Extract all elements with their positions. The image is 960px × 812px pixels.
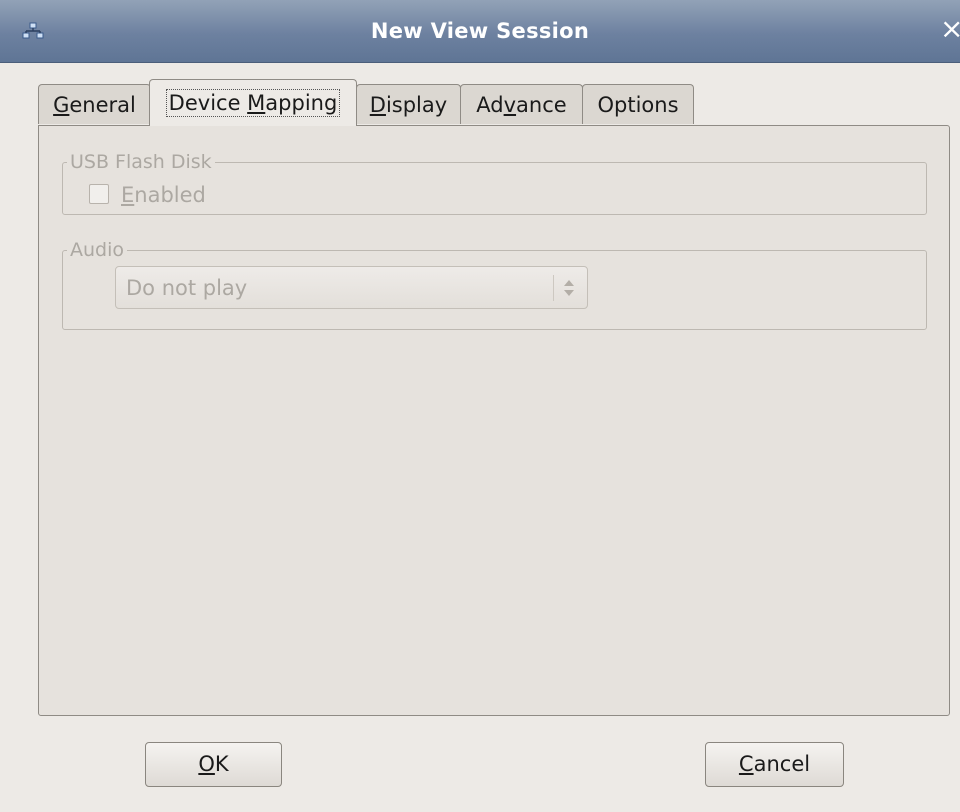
cancel-button[interactable]: Cancel <box>705 742 844 787</box>
ok-button[interactable]: OK <box>145 742 282 787</box>
audio-select-value: Do not play <box>126 276 248 300</box>
ok-label: K <box>214 752 229 776</box>
audio-legend: Audio <box>67 239 128 261</box>
tab-display-label-end: isplay <box>385 93 448 117</box>
tab-advance[interactable]: Advance <box>460 84 583 124</box>
tab-options-label: Options <box>597 93 679 117</box>
tab-general-label-end: eneral <box>69 93 136 117</box>
usb-enabled-mnemonic: E <box>121 183 135 207</box>
tab-display[interactable]: Display <box>356 84 461 124</box>
tab-advance-label-start: Ad <box>476 93 504 117</box>
tab-device-mapping-mnemonic: M <box>247 91 266 115</box>
tab-general-mnemonic: G <box>53 93 70 117</box>
tab-device-mapping-label-start: Device <box>168 91 248 115</box>
tab-display-mnemonic: D <box>369 93 386 117</box>
window-title: New View Session <box>370 19 590 43</box>
up-down-arrows-icon <box>564 280 574 296</box>
audio-select-separator <box>553 275 554 301</box>
ok-mnemonic: O <box>198 752 215 776</box>
audio-select[interactable]: Do not play <box>115 266 588 309</box>
device-mapping-panel: USB Flash Disk Enabled Audio Do not play <box>38 125 950 716</box>
tab-device-mapping-label-end: apping <box>265 91 338 115</box>
close-icon[interactable]: × <box>940 15 960 43</box>
tab-device-mapping[interactable]: Device Mapping <box>149 79 357 126</box>
tab-advance-label-end: ance <box>516 93 567 117</box>
usb-enabled-checkbox[interactable] <box>89 184 109 204</box>
title-bar[interactable]: New View Session × <box>0 0 960 63</box>
usb-enabled-label: nabled <box>134 183 206 207</box>
audio-group: Audio Do not play <box>62 239 927 330</box>
tab-advance-mnemonic: v <box>503 93 517 117</box>
cancel-label: ancel <box>753 752 811 776</box>
usb-flash-disk-legend: USB Flash Disk <box>67 151 215 173</box>
tab-general[interactable]: General <box>38 84 151 124</box>
tab-options[interactable]: Options <box>582 84 694 124</box>
usb-flash-disk-group: USB Flash Disk Enabled <box>62 151 927 215</box>
cancel-mnemonic: C <box>738 752 754 776</box>
